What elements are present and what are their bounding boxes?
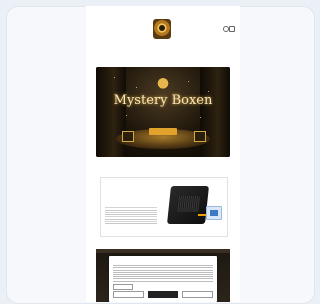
retro-console-image[interactable] xyxy=(167,186,209,224)
hero-banner[interactable]: Mystery Boxen xyxy=(96,67,230,157)
seal-inner xyxy=(210,210,218,216)
product-description xyxy=(105,206,157,226)
utility-bar xyxy=(94,9,232,15)
product-card[interactable] xyxy=(100,177,228,237)
cookie-accept-button[interactable] xyxy=(147,291,179,298)
promo-strip xyxy=(96,249,230,253)
cookie-buttons xyxy=(113,291,214,298)
sparkle-icon xyxy=(136,87,137,88)
seal-icon xyxy=(206,206,222,220)
cookie-dialog[interactable] xyxy=(109,256,217,302)
store-logo[interactable] xyxy=(153,19,171,39)
mystery-box-icon xyxy=(122,131,134,142)
hero-cta-button[interactable] xyxy=(149,128,177,135)
logo-figure xyxy=(159,25,165,31)
cookie-text xyxy=(113,264,213,283)
sparkle-icon xyxy=(126,115,127,116)
webpage[interactable]: Mystery Boxen xyxy=(86,6,240,302)
sparkle-icon xyxy=(188,81,189,82)
console-vent xyxy=(176,196,200,212)
sparkle-icon xyxy=(114,77,115,78)
hero-crown-icon xyxy=(153,75,173,89)
cookie-settings-button[interactable] xyxy=(113,284,133,290)
hero-title: Mystery Boxen xyxy=(113,93,213,108)
sparkle-icon xyxy=(200,117,201,118)
shipping-notice xyxy=(86,58,240,63)
mystery-box-icon xyxy=(194,131,206,142)
sparkle-icon xyxy=(208,91,209,92)
cookie-save-button[interactable] xyxy=(182,291,214,298)
cookie-decline-button[interactable] xyxy=(113,291,144,298)
cart-icon[interactable] xyxy=(229,26,235,32)
